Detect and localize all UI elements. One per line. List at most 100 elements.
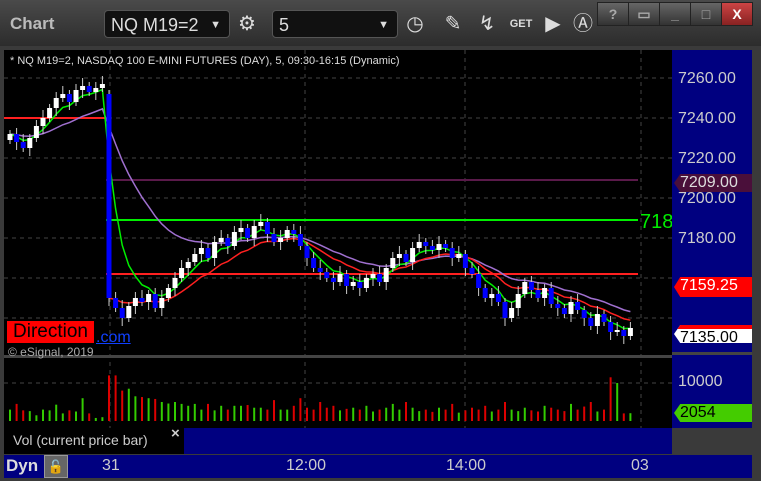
candle (86, 86, 92, 92)
time-tick: 31 (102, 457, 120, 474)
candle (482, 288, 488, 298)
candle (350, 282, 356, 286)
candle (40, 118, 46, 126)
candle (548, 288, 554, 304)
candle (291, 230, 297, 234)
candle (436, 244, 442, 250)
candle (53, 98, 59, 108)
candle (47, 108, 53, 118)
time-axis[interactable]: Dyn 🔓 31 12:00 14:00 03 (4, 455, 752, 478)
candle (165, 288, 171, 298)
candle (317, 268, 323, 272)
candle (568, 302, 574, 314)
candle (152, 294, 158, 308)
candle (601, 314, 607, 322)
candle (66, 94, 72, 102)
candle (561, 308, 567, 314)
candle (377, 274, 383, 282)
volume-label: Vol (current price bar) (13, 432, 148, 448)
moving-average-line (9, 107, 631, 313)
candle (159, 298, 165, 308)
candle (251, 226, 257, 238)
candle (93, 88, 99, 92)
candle (515, 294, 521, 308)
candle (476, 274, 482, 288)
candle (106, 94, 112, 298)
candle (139, 298, 145, 302)
candle (185, 262, 191, 268)
candle (297, 234, 303, 246)
candle (542, 288, 548, 298)
candle (238, 228, 244, 232)
candle (588, 318, 594, 326)
candle (594, 314, 600, 326)
lock-icon[interactable]: 🔓 (44, 455, 68, 478)
candle (489, 294, 495, 298)
time-tick: 14:00 (446, 457, 487, 474)
candle (522, 282, 528, 294)
candle (33, 126, 39, 138)
candle (304, 246, 310, 258)
watermark-link[interactable]: .com (96, 329, 131, 347)
candle (410, 248, 416, 262)
candle (311, 258, 317, 268)
candle (581, 310, 587, 318)
candle (225, 238, 231, 246)
candle (126, 306, 132, 318)
line-label: 718 (640, 211, 672, 233)
dyn-label: Dyn (6, 456, 39, 475)
chart-canvas (4, 50, 672, 428)
candle (423, 242, 429, 246)
candle (555, 304, 561, 308)
candle (443, 244, 449, 248)
candle (132, 298, 138, 306)
candle (271, 234, 277, 242)
candle (73, 90, 79, 102)
candle (278, 238, 284, 242)
candle (502, 302, 508, 318)
candle (396, 254, 402, 258)
candle (258, 222, 264, 226)
candle (449, 248, 455, 258)
candle (535, 290, 541, 298)
candle (7, 134, 13, 140)
study-bar (184, 428, 672, 454)
candle (370, 274, 376, 278)
candle (80, 86, 86, 90)
candle (429, 246, 435, 250)
candle (575, 302, 581, 310)
close-study-icon[interactable]: × (171, 425, 180, 442)
candle (146, 294, 152, 302)
candle (627, 328, 633, 336)
candle (205, 248, 211, 258)
direction-label: Direction (7, 321, 94, 343)
candle (509, 308, 515, 318)
candle (469, 268, 475, 274)
candle (330, 278, 336, 282)
candle (212, 242, 218, 258)
candle (27, 138, 33, 148)
candle (60, 94, 66, 98)
candle (284, 230, 290, 238)
volume-legend: Vol (current price bar) × (4, 425, 184, 454)
candle (119, 308, 125, 318)
candle (20, 142, 26, 148)
candle (198, 248, 204, 254)
candle (614, 330, 620, 332)
time-tick: 12:00 (286, 457, 327, 474)
candle (363, 278, 369, 288)
copyright: © eSignal, 2019 (8, 345, 94, 359)
candle (245, 228, 251, 238)
candle (14, 134, 20, 142)
candle (383, 268, 389, 282)
candle (99, 84, 105, 88)
candle (621, 330, 627, 336)
candle (456, 254, 462, 258)
candle (337, 274, 343, 282)
candle (324, 272, 330, 278)
candle (179, 268, 185, 278)
candle (495, 294, 501, 302)
candle (113, 298, 119, 308)
candle (218, 238, 224, 242)
candle (264, 222, 270, 234)
